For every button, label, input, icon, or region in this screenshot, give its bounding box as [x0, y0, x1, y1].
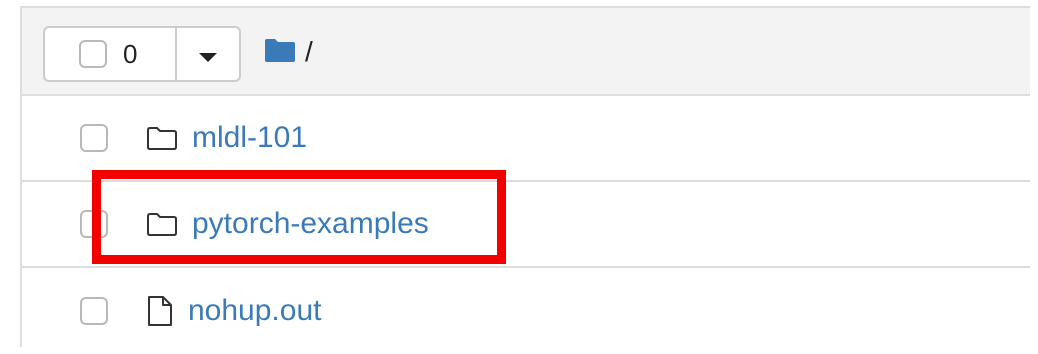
- file-list-toolbar: 0 /: [22, 8, 1030, 96]
- folder-outline-icon: [146, 211, 178, 237]
- selected-count: 0: [123, 38, 138, 69]
- item-link[interactable]: mldl-101: [192, 121, 307, 155]
- select-all-button[interactable]: 0: [45, 28, 177, 80]
- caret-down-icon: [199, 52, 217, 62]
- file-browser-panel: 0 / mldl-101 pytorch-examples nohup.out: [20, 6, 1030, 347]
- select-button-group: 0: [43, 26, 241, 82]
- list-item[interactable]: pytorch-examples: [22, 182, 1030, 268]
- item-link[interactable]: pytorch-examples: [192, 207, 429, 241]
- breadcrumb: /: [263, 34, 313, 70]
- row-checkbox[interactable]: [80, 124, 108, 152]
- row-checkbox[interactable]: [80, 210, 108, 238]
- file-outline-icon: [146, 295, 174, 327]
- list-item[interactable]: mldl-101: [22, 96, 1030, 182]
- select-all-checkbox[interactable]: [79, 40, 107, 68]
- item-link[interactable]: nohup.out: [188, 294, 321, 328]
- row-checkbox[interactable]: [80, 297, 108, 325]
- select-dropdown-button[interactable]: [177, 28, 239, 80]
- list-item[interactable]: nohup.out: [22, 268, 1030, 354]
- breadcrumb-separator: /: [305, 36, 313, 67]
- folder-outline-icon: [146, 125, 178, 151]
- folder-icon[interactable]: [263, 37, 297, 68]
